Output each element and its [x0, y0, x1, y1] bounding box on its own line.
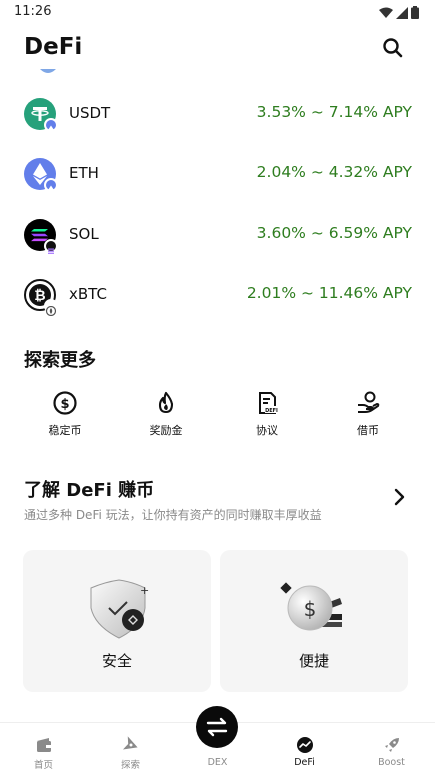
nav-label: Boost [378, 757, 405, 768]
asset-name: USDT [69, 104, 111, 122]
learn-subtitle: 通过多种 DeFi 玩法，让你持有资产的同时赚取丰厚收益 [24, 508, 322, 522]
search-button[interactable] [381, 36, 405, 60]
asset-apy: 3.53% ~ 7.14% APY [256, 103, 412, 121]
explore-item-label: 协议 [256, 424, 278, 437]
explore-item-label: 借币 [357, 424, 379, 437]
asset-row-usdt[interactable]: USDT 3.53% ~ 7.14% APY [0, 84, 435, 144]
svg-text:$: $ [60, 397, 69, 412]
status-icons [379, 6, 419, 19]
asset-apy: 3.60% ~ 6.59% APY [256, 224, 412, 242]
document-defi-icon: DEFI [259, 392, 278, 414]
status-bar: 11:26 [0, 0, 435, 26]
wifi-icon [379, 7, 393, 18]
card-security[interactable]: + 安全 [23, 550, 211, 692]
explore-item-stablecoin[interactable]: $ 稳定币 [25, 390, 105, 440]
explore-item-bonus[interactable]: 奖励金 [126, 390, 206, 440]
explore-title: 探索更多 [24, 350, 96, 371]
learn-more-button[interactable] [393, 488, 407, 506]
page-title: DeFi [24, 34, 83, 60]
shield-check-icon: + [90, 579, 149, 639]
explore-item-label: 奖励金 [149, 424, 183, 437]
asset-name: xBTC [69, 285, 107, 303]
status-time: 11:26 [14, 4, 52, 19]
nav-label: 首页 [33, 760, 53, 771]
dollar-circle-icon: $ [53, 391, 77, 415]
svg-text:$: $ [304, 597, 317, 621]
svg-text:DEFI: DEFI [265, 408, 278, 414]
asset-apy: 2.04% ~ 4.32% APY [256, 163, 412, 181]
explore-item-borrow[interactable]: 借币 [328, 390, 408, 440]
explore-item-protocol[interactable]: DEFI 协议 [227, 390, 307, 440]
svg-text:+: + [140, 584, 149, 597]
defi-chart-icon [296, 737, 313, 753]
chevron-right-icon [394, 488, 405, 506]
dollar-coin-icon: $ [280, 582, 342, 631]
xbtc-chain-badge-icon [44, 299, 58, 317]
asset-row-sol[interactable]: SOL 3.60% ~ 6.59% APY [0, 205, 435, 265]
eth-chain-badge-icon [44, 118, 58, 135]
flame-icon [158, 391, 174, 414]
asset-row-eth[interactable]: ETH 2.04% ~ 4.32% APY [0, 144, 435, 204]
scrolled-asset-icon [38, 64, 58, 74]
sol-chain-badge-icon [44, 239, 58, 254]
compass-icon [122, 736, 138, 750]
learn-title: 了解 DeFi 赚币 [24, 480, 155, 501]
app-header: DeFi [0, 26, 435, 70]
card-convenient[interactable]: $ 便捷 [220, 550, 408, 692]
asset-apy: 2.01% ~ 11.46% APY [246, 284, 412, 302]
nav-item-explore[interactable]: 探索 [87, 723, 174, 775]
card-label: 便捷 [298, 652, 329, 670]
nav-label: DeFi [294, 757, 315, 768]
rocket-icon [384, 738, 399, 752]
search-icon [383, 38, 403, 58]
asset-name: SOL [69, 225, 99, 243]
dex-swap-button[interactable] [196, 706, 238, 748]
battery-icon [411, 6, 419, 19]
hand-coin-icon [358, 391, 380, 413]
nav-label: DEX [207, 757, 228, 768]
nav-item-home[interactable]: 首页 [0, 723, 87, 775]
asset-row-xbtc[interactable]: ₿ xBTC 2.01% ~ 11.46% APY [0, 265, 435, 325]
explore-item-label: 稳定币 [48, 424, 82, 437]
signal-icon [396, 6, 408, 19]
explore-grid: $ 稳定币 奖励金 DEFI 协议 借币 [0, 390, 435, 440]
asset-name: ETH [69, 164, 99, 182]
card-label: 安全 [101, 652, 132, 670]
swap-icon [206, 717, 228, 737]
nav-item-defi[interactable]: DeFi [261, 723, 348, 775]
nav-item-boost[interactable]: Boost [348, 723, 435, 775]
wallet-icon [36, 738, 51, 752]
eth-chain-badge-icon [44, 178, 58, 195]
nav-label: 探索 [120, 760, 140, 771]
